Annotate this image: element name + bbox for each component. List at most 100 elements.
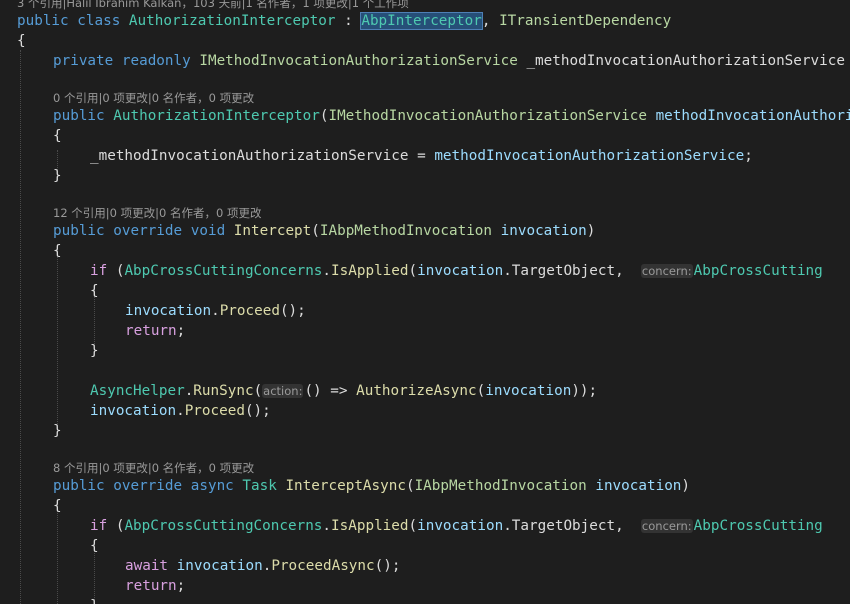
keyword: public — [53, 108, 105, 124]
keyword: class — [77, 13, 121, 29]
property-name[interactable]: TargetObject — [512, 518, 615, 534]
base-class-selected[interactable]: AbpInterceptor — [360, 12, 483, 30]
code-line-intercept-async-signature[interactable]: public override async Task InterceptAsyn… — [53, 476, 850, 496]
punctuation: . — [176, 403, 185, 419]
keyword: override — [113, 223, 183, 239]
indent-guide — [20, 50, 21, 604]
code-line-brace[interactable]: { — [90, 281, 850, 301]
code-line-brace[interactable]: } — [90, 341, 850, 361]
parameter-name[interactable]: invocation — [595, 478, 681, 494]
method-call[interactable]: RunSync — [193, 383, 253, 399]
code-line-constructor[interactable]: public AuthorizationInterceptor(IMethodI… — [53, 106, 850, 126]
punctuation: . — [503, 263, 512, 279]
keyword: if — [90, 263, 108, 279]
code-line-return[interactable]: return; — [125, 321, 850, 341]
parameter-name[interactable]: invocation — [177, 558, 263, 574]
code-line-brace[interactable]: } — [90, 596, 850, 604]
code-line-brace[interactable]: { — [90, 536, 850, 556]
code-editor[interactable]: 3 个引用|Halil İbrahim Kalkan，103 天前|1 名作者，… — [0, 0, 850, 604]
inlay-hint: concern: — [640, 264, 693, 278]
parameter-name[interactable]: methodInvocationAuthorizationService — [656, 108, 850, 124]
parameter-name[interactable]: invocation — [485, 383, 571, 399]
keyword: readonly — [121, 53, 191, 69]
class-reference[interactable]: AbpCrossCuttingConcerns — [124, 263, 322, 279]
code-lens-intercept-async[interactable]: 8 个引用|0 项更改|0 名作者，0 项更改 — [53, 460, 254, 476]
code-line-assignment[interactable]: _methodInvocationAuthorizationService = … — [90, 146, 850, 166]
code-line-runsync[interactable]: AsyncHelper.RunSync(action:() => Authori… — [90, 381, 850, 401]
keyword: override — [113, 478, 183, 494]
interface-name[interactable]: ITransientDependency — [499, 13, 671, 29]
constructor-name[interactable]: AuthorizationInterceptor — [113, 108, 320, 124]
punctuation: (); — [374, 558, 401, 574]
code-line-if[interactable]: if (AbpCrossCuttingConcerns.IsApplied(in… — [90, 261, 850, 281]
class-name[interactable]: AuthorizationInterceptor — [129, 13, 336, 29]
keyword: void — [190, 223, 226, 239]
code-line-proceed[interactable]: invocation.Proceed(); — [125, 301, 850, 321]
punctuation: ; — [744, 148, 753, 164]
class-reference[interactable]: AbpCrossCutting — [694, 263, 823, 279]
method-call[interactable]: Proceed — [185, 403, 245, 419]
punctuation: . — [322, 263, 332, 279]
keyword: async — [190, 478, 234, 494]
interface-name[interactable]: IMethodInvocationAuthorizationService — [199, 53, 517, 69]
punctuation: , — [481, 13, 491, 29]
code-line-brace[interactable]: { — [53, 496, 850, 516]
code-lens-intercept[interactable]: 12 个引用|0 项更改|0 名作者，0 项更改 — [53, 205, 261, 221]
keyword: public — [53, 223, 105, 239]
code-lens-class[interactable]: 3 个引用|Halil İbrahim Kalkan，103 天前|1 名作者，… — [17, 0, 409, 11]
parameter-name[interactable]: invocation — [501, 223, 587, 239]
code-line-brace[interactable]: { — [53, 241, 850, 261]
punctuation: )); — [571, 383, 598, 399]
punctuation: ; — [176, 323, 186, 339]
field-name[interactable]: _methodInvocationAuthorizationService — [526, 53, 844, 69]
punctuation: ( — [408, 518, 418, 534]
keyword: private — [53, 53, 114, 69]
punctuation: ( — [405, 478, 415, 494]
method-call[interactable]: AuthorizeAsync — [356, 383, 477, 399]
indent-guide — [57, 505, 58, 604]
code-line-intercept-signature[interactable]: public override void Intercept(IAbpMetho… — [53, 221, 850, 241]
parameter-name[interactable]: methodInvocationAuthorizationService — [434, 148, 744, 164]
interface-name[interactable]: IAbpMethodInvocation — [320, 223, 492, 239]
method-call[interactable]: IsApplied — [331, 518, 408, 534]
parameter-name[interactable]: invocation — [125, 303, 211, 319]
code-line-await-proceed[interactable]: await invocation.ProceedAsync(); — [125, 556, 850, 576]
code-lens-constructor[interactable]: 0 个引用|0 项更改|0 名作者，0 项更改 — [53, 90, 254, 106]
code-line-brace[interactable]: } — [53, 166, 850, 186]
inlay-hint: concern: — [640, 519, 693, 533]
parameter-name[interactable]: invocation — [417, 518, 503, 534]
punctuation: . — [322, 518, 332, 534]
code-line-brace[interactable]: { — [17, 31, 850, 51]
punctuation: , — [615, 518, 624, 534]
method-call[interactable]: Proceed — [220, 303, 280, 319]
method-call[interactable]: ProceedAsync — [271, 558, 374, 574]
code-line-proceed[interactable]: invocation.Proceed(); — [90, 401, 850, 421]
method-name[interactable]: Intercept — [234, 223, 311, 239]
keyword: public — [53, 478, 105, 494]
parameter-name[interactable]: invocation — [90, 403, 176, 419]
property-name[interactable]: TargetObject — [512, 263, 615, 279]
keyword: return — [125, 323, 177, 339]
interface-name[interactable]: IAbpMethodInvocation — [415, 478, 587, 494]
code-line-brace[interactable]: { — [53, 126, 850, 146]
punctuation: () => — [304, 383, 357, 399]
method-name[interactable]: InterceptAsync — [285, 478, 406, 494]
method-call[interactable]: IsApplied — [331, 263, 408, 279]
punctuation: ( — [408, 263, 418, 279]
code-line-brace[interactable]: } — [53, 421, 850, 441]
field-name[interactable]: _methodInvocationAuthorizationService — [90, 148, 408, 164]
punctuation: ) — [681, 478, 691, 494]
keyword: if — [90, 518, 108, 534]
parameter-name[interactable]: invocation — [417, 263, 503, 279]
interface-name[interactable]: IMethodInvocationAuthorizationService — [328, 108, 646, 124]
code-line-if[interactable]: if (AbpCrossCuttingConcerns.IsApplied(in… — [90, 516, 850, 536]
code-line-return[interactable]: return; — [125, 576, 850, 596]
class-reference[interactable]: AsyncHelper — [90, 383, 185, 399]
class-reference[interactable]: AbpCrossCuttingConcerns — [124, 518, 322, 534]
type-name[interactable]: Task — [242, 478, 276, 494]
punctuation: (); — [244, 403, 271, 419]
code-line-field[interactable]: private readonly IMethodInvocationAuthor… — [53, 51, 850, 71]
punctuation: , — [615, 263, 624, 279]
class-reference[interactable]: AbpCrossCutting — [694, 518, 823, 534]
code-line-class-declaration[interactable]: public class AuthorizationInterceptor : … — [17, 11, 850, 31]
